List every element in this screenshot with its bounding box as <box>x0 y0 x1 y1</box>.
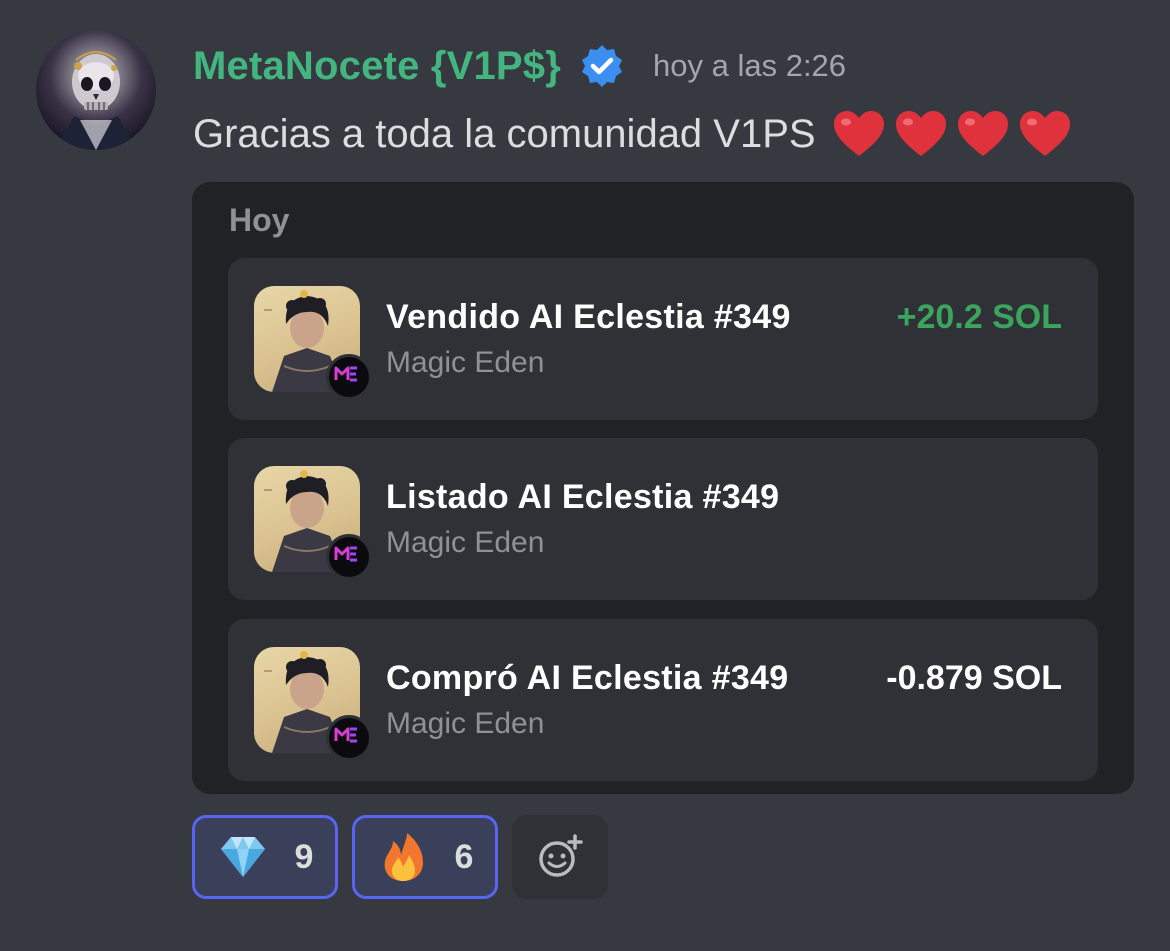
chat-message: MetaNocete {V1P$} hoy a las 2:26 Gracias… <box>0 0 1170 951</box>
reaction-fire[interactable]: 6 <box>352 815 498 899</box>
activity-card[interactable]: Listado AI Eclestia #349 Magic Eden <box>228 438 1098 600</box>
verified-badge-icon <box>579 43 625 89</box>
fire-icon <box>384 833 423 881</box>
skull-avatar-icon <box>56 51 136 150</box>
timestamp: hoy a las 2:26 <box>653 48 847 83</box>
reaction-count: 6 <box>454 837 474 876</box>
red-heart-icon <box>1019 111 1070 156</box>
activity-source: Magic Eden <box>386 526 545 559</box>
add-reaction-icon <box>539 834 583 877</box>
activity-source: Magic Eden <box>386 346 545 379</box>
message-content: Gracias a toda la comunidad V1PS <box>193 104 1072 164</box>
message-text: Gracias a toda la comunidad V1PS <box>193 111 816 156</box>
magic-eden-logo-icon <box>326 534 372 580</box>
reaction-count: 9 <box>294 837 314 876</box>
red-heart-icon <box>895 111 946 156</box>
add-reaction-button[interactable] <box>512 815 608 899</box>
avatar[interactable] <box>36 30 156 150</box>
hearts-group <box>832 109 1072 159</box>
activity-title: Vendido AI Eclestia #349 <box>386 298 791 336</box>
activity-card[interactable]: Vendido AI Eclestia #349 Magic Eden +20.… <box>228 258 1098 420</box>
activity-title: Listado AI Eclestia #349 <box>386 478 780 516</box>
red-heart-icon <box>957 111 1008 156</box>
activity-source: Magic Eden <box>386 707 545 740</box>
username[interactable]: MetaNocete {V1P$} <box>193 44 561 89</box>
activity-amount: -0.879 SOL <box>886 659 1062 697</box>
magic-eden-logo-icon <box>326 715 372 761</box>
embed-title: Hoy <box>229 202 290 238</box>
message-header: MetaNocete {V1P$} hoy a las 2:26 <box>193 38 846 94</box>
activity-title: Compró AI Eclestia #349 <box>386 659 789 697</box>
reactions-bar: 9 6 <box>192 815 608 899</box>
gem-icon <box>220 837 265 877</box>
red-heart-icon <box>833 111 884 156</box>
activity-card[interactable]: Compró AI Eclestia #349 Magic Eden -0.87… <box>228 619 1098 781</box>
reaction-gem[interactable]: 9 <box>192 815 338 899</box>
magic-eden-logo-icon <box>326 354 372 400</box>
activity-embed: Hoy Vendido AI Eclestia #349 Magic Eden … <box>192 182 1134 794</box>
activity-amount: +20.2 SOL <box>896 298 1062 336</box>
